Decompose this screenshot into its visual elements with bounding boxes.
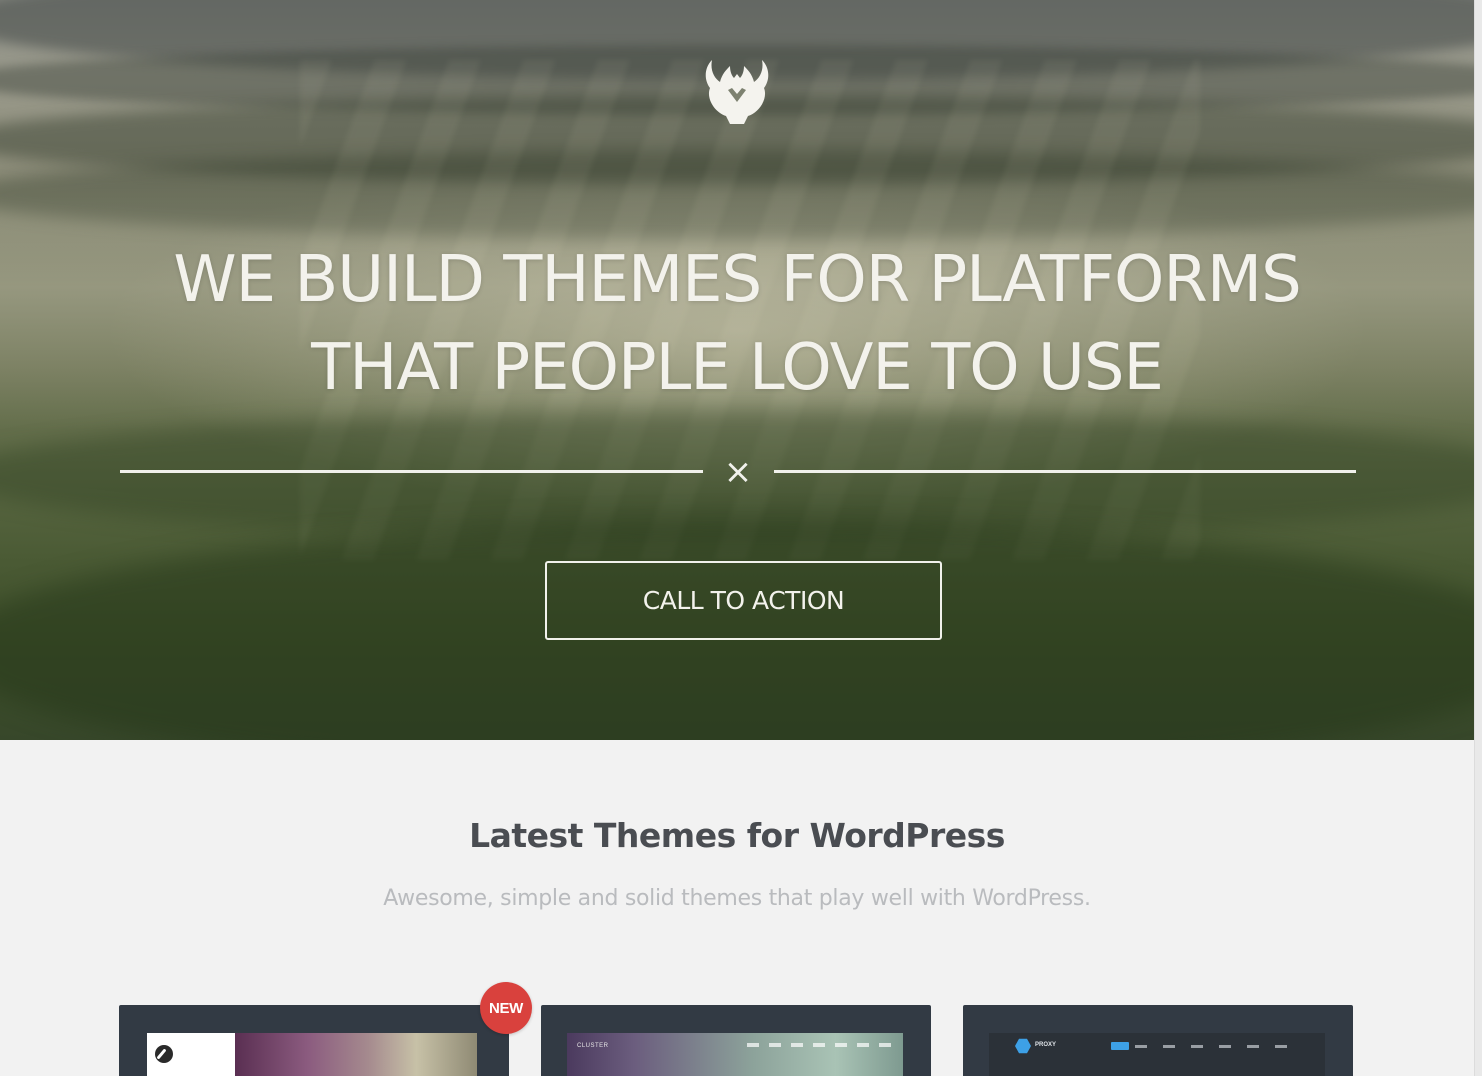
- theme-preview-image: [235, 1033, 477, 1076]
- divider-line-left: [120, 470, 703, 473]
- theme-preview-brand: PROXY: [1035, 1042, 1057, 1048]
- theme-card[interactable]: CLUSTER: [541, 1005, 931, 1076]
- section-title: Latest Themes for WordPress: [469, 816, 1005, 855]
- hero-headline: WE BUILD THEMES FOR PLATFORMS THAT PEOPL…: [0, 236, 1474, 412]
- latest-themes-section: Latest Themes for WordPress Awesome, sim…: [0, 740, 1474, 1076]
- headline-line-1: WE BUILD THEMES FOR PLATFORMS: [173, 243, 1301, 317]
- theme-preview-brand: CLUSTER: [577, 1043, 609, 1049]
- compass-icon: [155, 1045, 173, 1063]
- page: WE BUILD THEMES FOR PLATFORMS THAT PEOPL…: [0, 0, 1474, 1076]
- deer-head-logo-icon[interactable]: [700, 58, 774, 126]
- close-x-icon: ×: [723, 452, 753, 492]
- theme-preview-nav: [1135, 1045, 1295, 1048]
- divider-line-right: [774, 470, 1356, 473]
- theme-preview-active-tab: [1111, 1042, 1129, 1050]
- hero-banner: WE BUILD THEMES FOR PLATFORMS THAT PEOPL…: [0, 0, 1474, 740]
- theme-preview-image: [567, 1033, 903, 1076]
- scrollbar[interactable]: [1474, 0, 1482, 1076]
- theme-card[interactable]: [119, 1005, 509, 1076]
- theme-card[interactable]: PROXY: [963, 1005, 1353, 1076]
- headline-line-2: THAT PEOPLE LOVE TO USE: [311, 331, 1164, 405]
- theme-preview-sidebar: [147, 1033, 235, 1076]
- call-to-action-button[interactable]: CALL TO ACTION: [545, 561, 942, 640]
- new-badge: NEW: [480, 982, 532, 1034]
- theme-preview-header: [989, 1033, 1325, 1076]
- section-subtitle: Awesome, simple and solid themes that pl…: [383, 886, 1091, 911]
- theme-preview-nav: [747, 1043, 897, 1047]
